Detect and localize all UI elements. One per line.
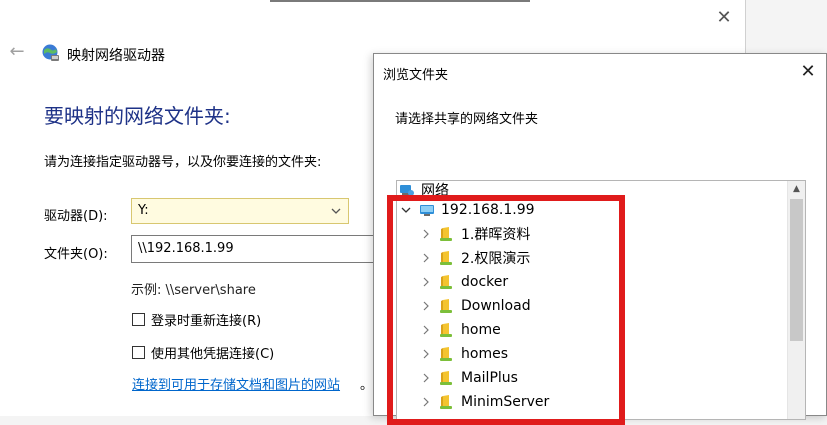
tree-folder-item[interactable]: home <box>419 319 501 341</box>
website-link[interactable]: 连接到可用于存储文档和图片的网站 <box>132 374 340 393</box>
credentials-checkbox-row[interactable]: 使用其他凭据连接(C) <box>132 343 274 362</box>
scroll-thumb[interactable] <box>790 199 803 341</box>
folder-label: 文件夹(O): <box>44 247 108 262</box>
credentials-label: 使用其他凭据连接(C) <box>151 347 275 362</box>
reconnect-label: 登录时重新连接(R) <box>151 314 262 329</box>
drive-label: 驱动器(D): <box>44 209 108 224</box>
chevron-down-icon <box>331 208 341 214</box>
wizard-title: 映射网络驱动器 <box>67 48 165 64</box>
tree-folder-item[interactable]: docker <box>419 271 508 293</box>
computer-icon <box>420 205 434 216</box>
browse-close-icon[interactable]: ✕ <box>796 60 820 84</box>
drive-letter-value: Y: <box>138 203 149 218</box>
shared-folder-icon <box>440 227 452 241</box>
tree-folder-item[interactable]: homes <box>419 343 508 365</box>
tree-node-label: Download <box>461 298 531 314</box>
tree-node-label: MinimServer <box>461 394 550 410</box>
chevron-right-icon[interactable] <box>419 395 433 409</box>
chevron-right-icon[interactable] <box>419 275 433 289</box>
browse-prompt: 请选择共享的网络文件夹 <box>395 112 539 127</box>
tree-node-label: 192.168.1.99 <box>441 202 535 218</box>
tree-node-label: home <box>461 322 501 338</box>
tree-node-label: 1.群晖资料 <box>461 227 531 243</box>
page-heading: 要映射的网络文件夹: <box>44 104 231 128</box>
tree-node-label: docker <box>461 274 509 290</box>
wizard-close-icon[interactable]: ✕ <box>712 6 736 30</box>
tree-folder-item[interactable]: 1.群晖资料 <box>419 223 530 245</box>
chevron-right-icon[interactable] <box>419 299 433 313</box>
tree-node-network[interactable]: 网络 <box>399 181 449 201</box>
tree-node-label: 2.权限演示 <box>461 251 531 267</box>
folder-path-input[interactable]: \\192.168.1.99 <box>131 235 391 263</box>
shared-folder-icon <box>440 347 452 361</box>
shared-folder-icon <box>440 299 452 313</box>
reconnect-checkbox[interactable] <box>132 313 145 326</box>
tree-folder-item[interactable]: Download <box>419 295 531 317</box>
instruction-text: 请为连接指定驱动器号，以及你要连接的文件夹: <box>44 155 322 170</box>
tree-node-label: homes <box>461 346 508 362</box>
tree-folder-item[interactable]: MailPlus <box>419 367 518 389</box>
reconnect-checkbox-row[interactable]: 登录时重新连接(R) <box>132 310 261 329</box>
tree-node-host[interactable]: 192.168.1.99 <box>399 199 535 221</box>
scroll-up-icon[interactable]: ▲ <box>788 181 805 198</box>
browse-folder-dialog: 浏览文件夹 ✕ 请选择共享的网络文件夹 网络 192.168.1.99 1.群晖… <box>373 53 827 420</box>
shared-folder-icon <box>440 275 452 289</box>
chevron-right-icon[interactable] <box>419 251 433 265</box>
tree-scrollbar[interactable]: ▲ <box>787 181 805 419</box>
chevron-right-icon[interactable] <box>419 323 433 337</box>
chevron-right-icon[interactable] <box>419 227 433 241</box>
browse-dialog-title: 浏览文件夹 <box>383 68 449 83</box>
tree-node-label: 网络 <box>421 183 449 199</box>
folder-tree[interactable]: 网络 192.168.1.99 1.群晖资料 2.权限演示 docker Dow… <box>396 180 806 420</box>
chevron-right-icon[interactable] <box>419 347 433 361</box>
credentials-checkbox[interactable] <box>132 346 145 359</box>
tree-node-label: MailPlus <box>461 370 518 386</box>
link-period: 。 <box>360 378 374 393</box>
tree-folder-item[interactable]: MinimServer <box>419 391 549 413</box>
network-drive-icon <box>42 44 59 61</box>
chevron-right-icon[interactable] <box>419 371 433 385</box>
drive-letter-select[interactable]: Y: <box>131 198 349 224</box>
window-top-edge <box>270 0 530 2</box>
shared-folder-icon <box>440 251 452 265</box>
network-icon <box>400 185 414 196</box>
example-text: 示例: \\server\share <box>131 283 256 298</box>
tree-folder-item[interactable]: 2.权限演示 <box>419 247 530 269</box>
back-arrow-icon[interactable]: ← <box>6 42 28 62</box>
shared-folder-icon <box>440 323 452 337</box>
shared-folder-icon <box>440 371 452 385</box>
shared-folder-icon <box>440 395 452 409</box>
chevron-down-icon[interactable] <box>399 203 413 217</box>
